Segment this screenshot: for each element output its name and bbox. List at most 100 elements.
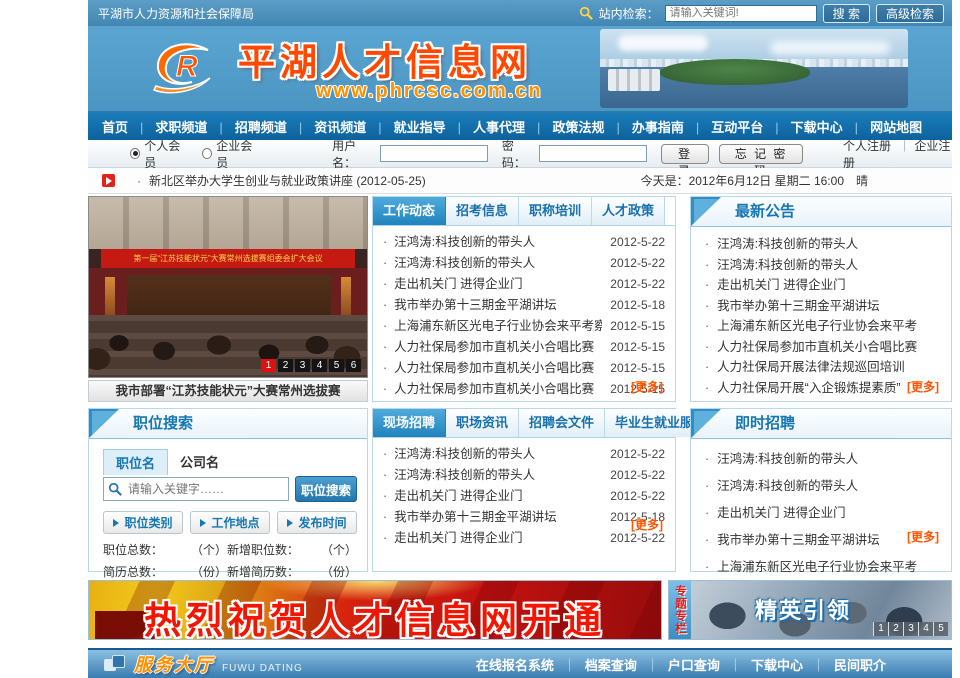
keyword-input[interactable] [103,477,289,501]
news-title[interactable]: 我市举办第十三期金平湖讲坛 [383,295,602,316]
search-button[interactable]: 搜 索 [823,4,870,23]
tab-career-info[interactable]: 职场资讯 [446,409,519,437]
nav-item-hr-agency[interactable]: 人事代理 [446,117,525,136]
news-title[interactable]: 人力社保局参加市直机关小合唱比赛 [383,358,602,379]
more-link[interactable]: [更多] [631,516,663,533]
link-private-agency[interactable]: 民间职介 [803,655,886,674]
news-title[interactable]: 人力社保局参加市直机关小合唱比赛 [383,337,602,358]
job-search-button[interactable]: 职位搜索 [295,476,357,502]
list-item[interactable]: 汪鸿涛:科技创新的带头人 [705,473,939,500]
ticker-news-link[interactable]: 新北区举办大学生创业与就业政策讲座 (2012-05-25) [137,172,426,189]
company-member-radio[interactable] [202,148,212,159]
tab-title-training[interactable]: 职称培训 [519,197,592,225]
list-item[interactable]: 上海浦东新区光电子行业协会来平考 [705,316,939,337]
advanced-search-button[interactable]: 高级检索 [876,4,944,23]
tab-position-name[interactable]: 职位名 [103,449,168,475]
link-download-center[interactable]: 下载中心 [720,655,803,674]
link-household-query[interactable]: 户口查询 [637,655,720,674]
nav-item-interaction[interactable]: 互动平台 [684,117,763,136]
news-title[interactable]: 上海浦东新区光电子行业协会来平考察 [383,316,602,337]
announcements-header: 最新公告 [691,197,951,227]
personal-member-radio[interactable] [130,148,140,159]
list-item[interactable]: 人力社保局开展“入企锻炼提素质” [705,378,939,399]
feature-banner[interactable]: 专题专栏 精英引领 1 2 3 4 5 [668,580,952,640]
photo-ceiling-shape [89,197,367,249]
news-title[interactable]: 我市举办第十三期金平湖讲坛 [383,507,602,528]
filter-time-button[interactable]: 发布时间 [277,511,357,534]
list-item[interactable]: 我市举办第十三期金平湖讲坛 [705,296,939,317]
list-item[interactable]: 走出机关门 进得企业门 [705,500,939,527]
news-item: 我市举办第十三期金平湖讲坛2012-5-18 [383,507,665,528]
personal-member-label[interactable]: 个人会员 [144,137,188,171]
tab-jobfair-docs[interactable]: 招聘会文件 [519,409,605,437]
pager-item[interactable]: 5 [329,359,344,372]
news-title[interactable]: 走出机关门 进得企业门 [383,486,602,507]
site-logo-icon[interactable]: R [146,36,230,100]
list-item[interactable]: 人力社保局参加市直机关小合唱比赛 [705,337,939,358]
list-item[interactable]: 汪鸿涛:科技创新的带头人 [705,446,939,473]
tab-onsite-recruit[interactable]: 现场招聘 [373,409,446,437]
nav-item-guidance[interactable]: 就业指导 [366,117,445,136]
forgot-password-button[interactable]: 忘 记 密 码 [719,144,803,164]
stat-label: 简历总数： [103,563,181,580]
more-link[interactable]: [更多] [631,378,663,395]
tab-work-news[interactable]: 工作动态 [373,197,446,225]
password-field[interactable] [539,145,647,162]
news-title[interactable]: 汪鸿涛:科技创新的带头人 [383,253,602,274]
list-item[interactable]: 我市举办第十三期金平湖讲坛 [705,527,939,554]
pager-item[interactable]: 2 [888,622,903,636]
login-button[interactable]: 登 录 [661,144,709,164]
stat-unit: （份） [181,563,227,580]
link-online-registration[interactable]: 在线报名系统 [476,655,554,674]
list-item[interactable]: 上海浦东新区光电子行业协会来平考 [705,554,939,581]
header-city-photo [600,29,908,108]
list-item[interactable]: 汪鸿涛:科技创新的带头人 [705,255,939,276]
pager-item[interactable]: 1 [873,622,888,636]
pager-item[interactable]: 1 [261,359,276,372]
filter-location-button[interactable]: 工作地点 [190,511,270,534]
more-link[interactable]: [更多] [907,378,939,395]
filter-category-button[interactable]: 职位类别 [103,511,183,534]
nav-item-jobseek[interactable]: 求职频道 [128,117,207,136]
conference-photo[interactable]: 第一届“江苏技能状元”大赛常州选拔赛组委会扩大会议 1 2 3 4 5 6 [88,196,368,378]
pager-item[interactable]: 6 [346,359,361,372]
nav-item-sitemap[interactable]: 网站地图 [843,117,922,136]
corner-fold-icon [691,197,721,226]
job-search-tabs: 职位名 公司名 [103,449,231,475]
announcements-panel: 最新公告 汪鸿涛:科技创新的带头人 汪鸿涛:科技创新的带头人 走出机关门 进得企… [690,196,952,402]
nav-item-policy[interactable]: 政策法规 [525,117,604,136]
list-item[interactable]: 人力社保局开展法律法规巡回培训 [705,357,939,378]
site-search-input[interactable] [665,5,817,22]
celebration-banner[interactable]: 热烈祝贺人才信息网开通 [88,580,662,640]
news-title[interactable]: 汪鸿涛:科技创新的带头人 [383,444,602,465]
personal-register-link[interactable]: 个人注册 [843,139,891,153]
news-date: 2012-5-15 [610,358,665,379]
nav-item-download[interactable]: 下载中心 [763,117,842,136]
pager-item[interactable]: 3 [295,359,310,372]
tab-company-name[interactable]: 公司名 [168,449,231,475]
nav-item-recruit[interactable]: 招聘频道 [207,117,286,136]
news-title[interactable]: 走出机关门 进得企业门 [383,528,602,549]
nav-item-info[interactable]: 资讯频道 [287,117,366,136]
list-item[interactable]: 走出机关门 进得企业门 [705,275,939,296]
link-archive-query[interactable]: 档案查询 [554,655,637,674]
tab-talent-policy[interactable]: 人才政策 [592,197,665,225]
nav-item-service-guide[interactable]: 办事指南 [604,117,683,136]
tab-exam-info[interactable]: 招考信息 [446,197,519,225]
pager-item[interactable]: 4 [918,622,933,636]
news-title[interactable]: 汪鸿涛:科技创新的带头人 [383,232,602,253]
pager-item[interactable]: 3 [903,622,918,636]
pager-item[interactable]: 4 [312,359,327,372]
pager-item[interactable]: 5 [933,622,948,636]
username-field[interactable] [380,145,488,162]
news-title[interactable]: 人力社保局参加市直机关小合唱比赛 [383,379,602,400]
nav-item-home[interactable]: 首页 [102,117,128,136]
news-title[interactable]: 汪鸿涛:科技创新的带头人 [383,465,602,486]
pager-item[interactable]: 2 [278,359,293,372]
company-member-label[interactable]: 企业会员 [216,137,260,171]
photo-caption[interactable]: 我市部署“江苏技能状元”大赛常州选拔赛 [88,380,368,402]
more-link[interactable]: [更多] [907,528,939,545]
list-item[interactable]: 汪鸿涛:科技创新的带头人 [705,234,939,255]
news-date: 2012-5-15 [610,337,665,358]
news-title[interactable]: 走出机关门 进得企业门 [383,274,602,295]
